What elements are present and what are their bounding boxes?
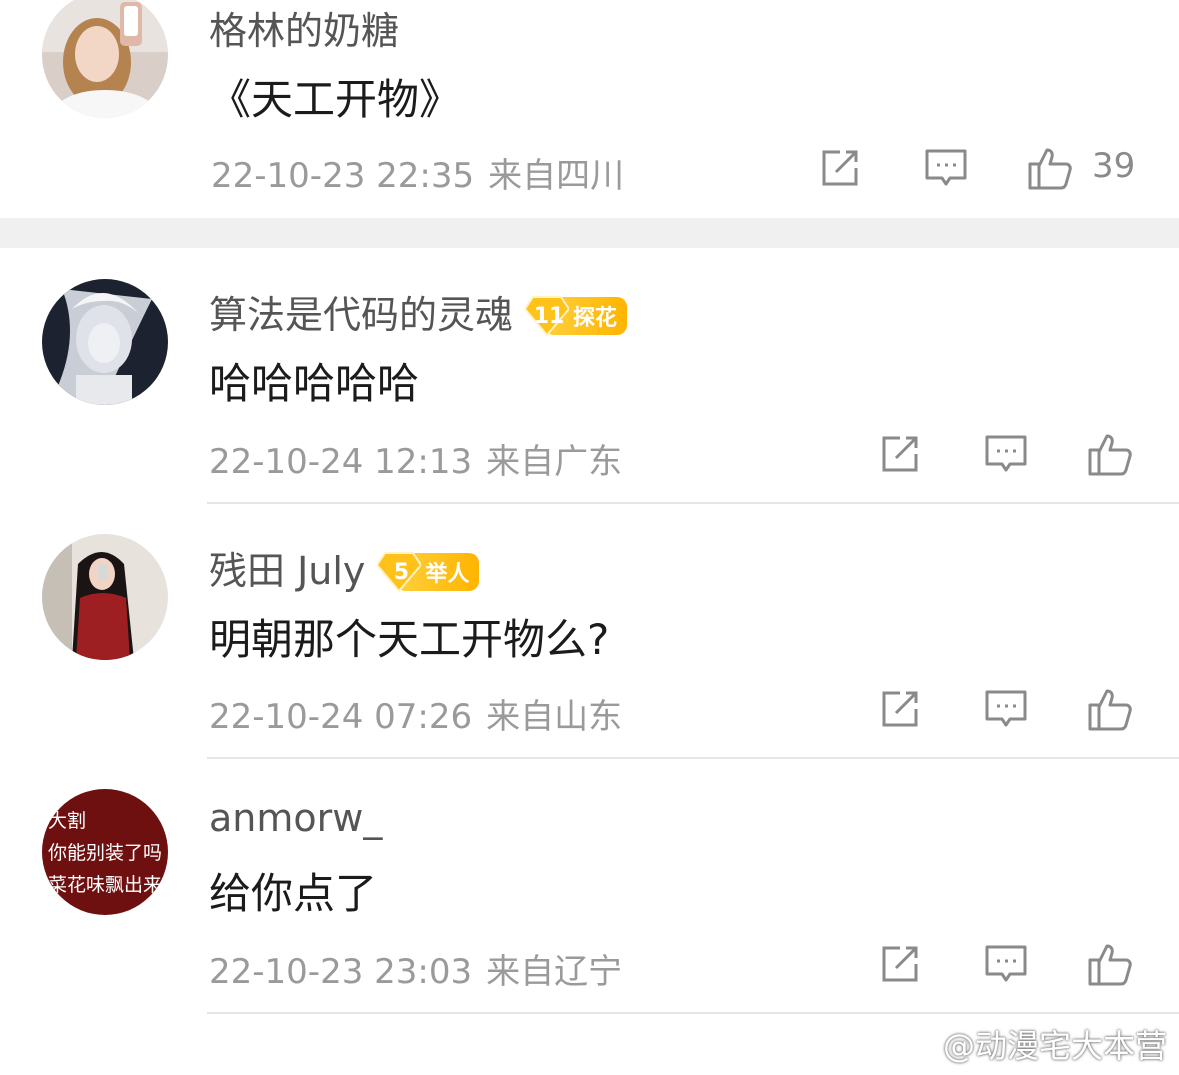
comment-list: 格林的奶糖 《天工开物》 22-10-23 22:35 来自四川 39 算法是代… <box>0 0 1179 1075</box>
comment-text: 哈哈哈哈哈 <box>209 359 420 408</box>
like-button[interactable]: 39 <box>1026 144 1135 192</box>
username[interactable]: 残田 July 5 举人 <box>209 540 480 595</box>
share-button[interactable] <box>876 940 924 988</box>
location: 来自广东 <box>486 442 623 482</box>
location: 来自四川 <box>488 156 625 196</box>
timestamp: 22-10-23 22:35 <box>211 156 475 196</box>
comment-meta: 22-10-24 07:26 来自山东 <box>209 689 622 738</box>
comment-icon <box>985 690 1027 727</box>
comment-meta: 22-10-23 22:35 来自四川 <box>211 148 624 197</box>
comment-button[interactable] <box>982 430 1030 478</box>
weibo-logo-icon <box>893 1029 935 1061</box>
comment-button[interactable] <box>922 144 970 192</box>
watermark-text: @动漫宅大本营 <box>942 1027 1167 1065</box>
badge-level: 11 <box>533 303 565 329</box>
comment-button[interactable] <box>982 685 1030 733</box>
badge-level: 5 <box>393 559 410 585</box>
share-button[interactable] <box>816 144 864 192</box>
comment-meta: 22-10-24 12:13 来自广东 <box>209 434 622 483</box>
thumbs-up-icon <box>1088 944 1132 986</box>
share-icon <box>882 436 918 472</box>
share-icon <box>822 150 858 186</box>
like-button[interactable] <box>1086 430 1134 478</box>
user-level-badge[interactable]: 5 举人 <box>377 544 480 593</box>
avatar-text: 你能别装了吗 <box>48 842 163 864</box>
comment-actions <box>876 940 1146 990</box>
divider <box>207 757 1179 759</box>
watermark: @动漫宅大本营 <box>893 1021 1167 1067</box>
comment-icon <box>985 945 1027 982</box>
thumbs-up-icon <box>1088 689 1132 731</box>
divider <box>207 1012 1179 1014</box>
avatar[interactable] <box>42 0 168 118</box>
share-button[interactable] <box>876 685 924 733</box>
timestamp: 22-10-24 07:26 <box>209 697 473 737</box>
user-level-badge[interactable]: 11 探花 <box>525 288 628 337</box>
thumbs-up-icon <box>1088 434 1132 476</box>
share-button[interactable] <box>876 430 924 478</box>
like-button[interactable] <box>1086 940 1134 988</box>
comment-icon <box>925 149 967 186</box>
username[interactable]: 算法是代码的灵魂 11 探花 <box>209 284 628 339</box>
avatar-text: 大割 <box>48 810 87 832</box>
comment-button[interactable] <box>982 940 1030 988</box>
location: 来自山东 <box>486 697 623 737</box>
like-button[interactable] <box>1086 685 1134 733</box>
comment-icon <box>985 435 1027 472</box>
comment-text: 明朝那个天工开物么? <box>209 615 610 664</box>
thumbs-up-icon <box>1028 148 1072 190</box>
timestamp: 22-10-24 12:13 <box>209 442 473 482</box>
badge-label: 举人 <box>425 562 470 588</box>
comment-text: 《天工开物》 <box>209 75 462 124</box>
divider <box>207 502 1179 504</box>
comment-text: 给你点了 <box>209 869 378 918</box>
avatar[interactable] <box>42 279 168 405</box>
comment-actions: 39 <box>816 144 1156 194</box>
avatar[interactable] <box>42 534 168 660</box>
comment-meta: 22-10-23 23:03 来自辽宁 <box>209 944 622 993</box>
share-icon <box>882 946 918 982</box>
username[interactable]: anmorw_ <box>209 796 382 840</box>
comment-actions <box>876 430 1146 480</box>
avatar-text: 菜花味飘出来了 <box>48 874 168 896</box>
username[interactable]: 格林的奶糖 <box>209 0 399 55</box>
like-count: 39 <box>1092 146 1136 186</box>
badge-label: 探花 <box>573 306 618 332</box>
location: 来自辽宁 <box>486 952 623 992</box>
avatar[interactable]: 大割 你能别装了吗 菜花味飘出来了 <box>42 789 168 915</box>
comment-actions <box>876 685 1146 735</box>
timestamp: 22-10-23 23:03 <box>209 952 473 992</box>
section-separator <box>0 218 1179 248</box>
share-icon <box>882 691 918 727</box>
